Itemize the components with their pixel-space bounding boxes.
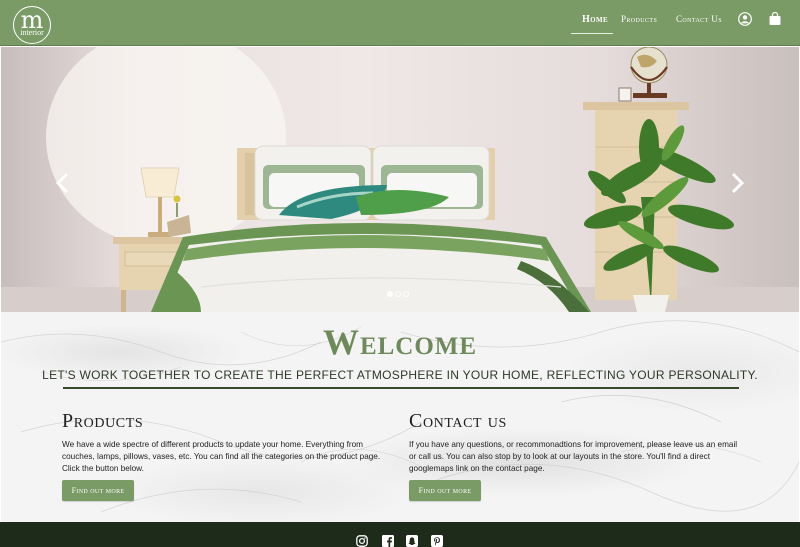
section-divider — [63, 387, 739, 389]
user-icon[interactable] — [738, 12, 752, 26]
welcome-tagline: LET'S WORK TOGETHER TO CREATE THE PERFEC… — [42, 368, 758, 382]
nav-home-link[interactable]: Home — [582, 14, 608, 25]
products-description: We have a wide spectre of different prod… — [62, 440, 381, 473]
facebook-icon[interactable] — [382, 535, 394, 547]
bedroom-hero-image — [1, 47, 799, 312]
nav-products-link[interactable]: Products — [621, 14, 657, 24]
carousel-dot[interactable] — [387, 291, 393, 297]
shopping-bag-icon[interactable] — [768, 12, 782, 26]
snapchat-icon[interactable] — [406, 535, 418, 547]
products-column: Products We have a wide spectre of diffe… — [62, 409, 392, 475]
nav-contact-link[interactable]: Contact Us — [676, 14, 722, 24]
welcome-title: Welcome — [322, 322, 478, 362]
contact-column: Contact us If you have any questions, or… — [409, 409, 739, 475]
products-heading: Products — [62, 410, 144, 432]
logo-word: interior — [20, 28, 44, 37]
carousel-next-icon[interactable] — [727, 171, 747, 195]
carousel-dot[interactable] — [403, 291, 409, 297]
carousel-indicators — [387, 284, 411, 297]
active-nav-indicator — [571, 33, 613, 34]
instagram-icon[interactable] — [356, 535, 368, 547]
contact-heading: Contact us — [409, 410, 507, 432]
carousel-prev-icon[interactable] — [53, 171, 73, 195]
hero-carousel — [1, 47, 799, 312]
products-find-out-more-button[interactable]: Find out more — [62, 480, 134, 501]
pinterest-icon[interactable] — [431, 535, 443, 547]
marble-content-section: Welcome LET'S WORK TOGETHER TO CREATE TH… — [1, 312, 799, 522]
contact-description: If you have any questions, or recommonad… — [409, 440, 738, 473]
footer — [0, 522, 800, 547]
navbar: m interior Home Products Contact Us — [0, 0, 800, 46]
carousel-dot[interactable] — [395, 291, 401, 297]
brand-logo[interactable]: m interior — [13, 6, 51, 44]
contact-find-out-more-button[interactable]: Find out more — [409, 480, 481, 501]
